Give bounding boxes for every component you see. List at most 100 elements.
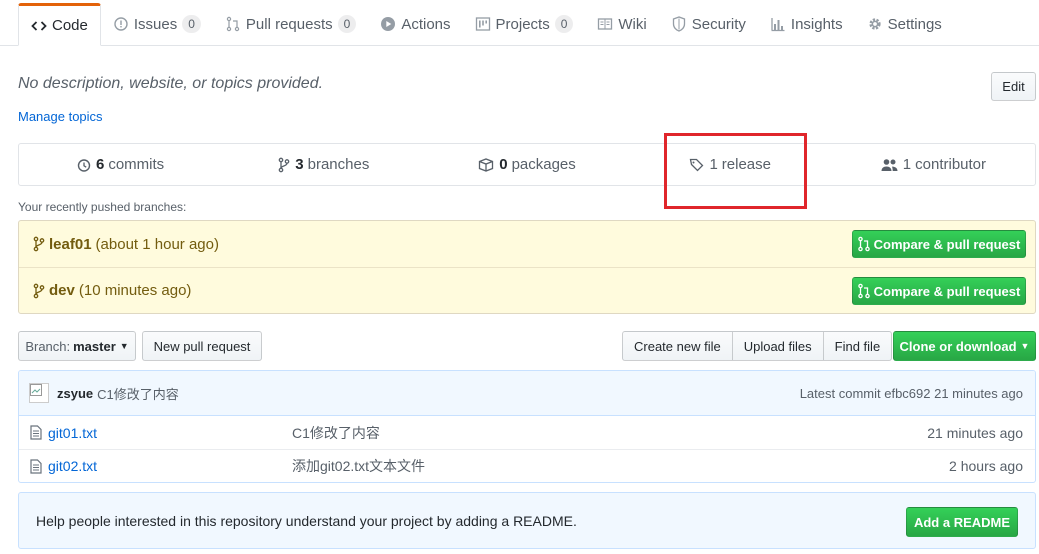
compare-pull-request-button[interactable]: Compare & pull request (852, 230, 1026, 258)
tab-label: Settings (887, 15, 942, 33)
readme-prompt-text: Help people interested in this repositor… (36, 512, 577, 529)
avatar[interactable] (29, 383, 49, 403)
tab-settings[interactable]: Settings (855, 3, 954, 45)
contributors-summary[interactable]: 1 contributor (832, 144, 1035, 185)
shield-icon (671, 16, 687, 32)
repo-nav-tabs: Code Issues 0 Pull requests 0 Actions Pr… (0, 0, 1039, 46)
file-list: zsyue C1修改了内容 Latest commit efbc692 21 m… (18, 370, 1036, 483)
project-icon (475, 16, 491, 32)
commits-count: 6 (96, 156, 105, 173)
tab-label: Issues (133, 15, 178, 33)
recent-branch-row: leaf01 (about 1 hour ago) Compare & pull… (19, 221, 1035, 267)
tab-projects[interactable]: Projects 0 (463, 3, 586, 45)
file-actions-group: Create new file Upload files Find file (622, 331, 893, 361)
tab-pull-requests[interactable]: Pull requests 0 (213, 3, 368, 45)
commits-summary[interactable]: 6 commits (19, 144, 222, 185)
latest-commit-bar: zsyue C1修改了内容 Latest commit efbc692 21 m… (19, 371, 1035, 416)
file-age: 2 hours ago (949, 458, 1023, 474)
file-commit-message[interactable]: 添加git02.txt文本文件 (292, 456, 425, 476)
file-age: 21 minutes ago (927, 424, 1023, 441)
tab-label: Actions (401, 15, 451, 33)
compare-button-label: Compare & pull request (873, 283, 1021, 299)
tab-label: Wiki (618, 15, 647, 33)
recent-branches-label: Your recently pushed branches: (18, 200, 187, 214)
add-readme-button[interactable]: Add a README (906, 507, 1018, 537)
pull-request-icon (857, 236, 870, 252)
recent-branch-row: dev (10 minutes ago) Compare & pull requ… (19, 267, 1035, 313)
recent-branch-name[interactable]: dev (49, 282, 75, 299)
branch-select-button[interactable]: Branch: master ▼ (18, 331, 136, 361)
package-icon (479, 157, 494, 172)
commit-message[interactable]: C1修改了内容 (97, 384, 179, 403)
history-icon (77, 158, 91, 172)
pull-requests-counter: 0 (337, 15, 357, 33)
issues-counter: 0 (182, 15, 201, 33)
table-row: git02.txt 添加git02.txt文本文件 2 hours ago (19, 449, 1035, 482)
readme-prompt: Help people interested in this repositor… (18, 492, 1036, 549)
compare-pull-request-button[interactable]: Compare & pull request (852, 277, 1026, 305)
tab-label: Insights (790, 15, 843, 33)
tab-label: Projects (495, 15, 550, 33)
recent-branch-time: (10 minutes ago) (78, 282, 192, 299)
caret-down-icon: ▼ (1020, 341, 1030, 351)
latest-commit-info: Latest commit efbc692 21 minutes ago (799, 385, 1023, 401)
upload-files-button[interactable]: Upload files (731, 331, 824, 361)
play-icon (380, 16, 396, 32)
table-row: git01.txt C1修改了内容 21 minutes ago (19, 416, 1035, 449)
file-name-link[interactable]: git01.txt (48, 425, 97, 441)
create-new-file-button[interactable]: Create new file (622, 331, 733, 361)
find-file-button[interactable]: Find file (822, 331, 893, 361)
clone-button-label: Clone or download (899, 338, 1017, 354)
tab-wiki[interactable]: Wiki (585, 3, 658, 45)
contributors-label: contributor (915, 156, 987, 173)
gear-icon (867, 16, 883, 32)
packages-count: 0 (499, 156, 508, 173)
packages-summary[interactable]: 0 packages (425, 144, 628, 185)
file-icon (30, 425, 42, 440)
branch-icon (33, 283, 45, 298)
release-highlight-box (664, 133, 807, 209)
people-icon (881, 158, 898, 171)
edit-description-button[interactable]: Edit (991, 72, 1036, 101)
tab-insights[interactable]: Insights (758, 3, 855, 45)
projects-counter: 0 (554, 15, 574, 33)
branch-label: Branch: (25, 338, 71, 354)
graph-icon (770, 16, 786, 32)
compare-button-label: Compare & pull request (873, 236, 1021, 252)
file-commit-message[interactable]: C1修改了内容 (292, 423, 380, 443)
recent-branch-time: (about 1 hour ago) (95, 235, 219, 253)
repo-summary: 6 commits 3 branches 0 packages 1 releas… (18, 143, 1036, 186)
contributors-count: 1 (902, 156, 912, 173)
tab-code[interactable]: Code (18, 3, 101, 46)
recent-branches-panel: leaf01 (about 1 hour ago) Compare & pull… (18, 220, 1036, 314)
packages-label: packages (511, 156, 576, 173)
tab-actions[interactable]: Actions (368, 3, 462, 45)
issue-icon (113, 16, 129, 32)
pull-request-icon (225, 16, 241, 32)
tab-issues[interactable]: Issues 0 (101, 3, 213, 45)
tab-label: Code (52, 17, 88, 34)
recent-branch-name[interactable]: leaf01 (49, 236, 92, 253)
pull-request-icon (857, 283, 870, 299)
commits-label: commits (108, 156, 165, 173)
branches-label: branches (307, 156, 370, 173)
tab-security[interactable]: Security (659, 3, 758, 45)
tab-label: Security (691, 15, 746, 33)
branches-count: 3 (295, 156, 304, 173)
repo-description: No description, website, or topics provi… (18, 75, 324, 92)
branch-value: master (73, 338, 116, 354)
book-icon (597, 16, 613, 32)
clone-or-download-button[interactable]: Clone or download ▼ (893, 331, 1036, 361)
branch-icon (278, 157, 290, 172)
commit-author[interactable]: zsyue (57, 386, 93, 401)
caret-down-icon: ▼ (119, 341, 129, 351)
branch-icon (33, 236, 45, 252)
file-icon (30, 459, 42, 474)
manage-topics-link[interactable]: Manage topics (18, 109, 103, 124)
new-pull-request-button[interactable]: New pull request (142, 331, 262, 361)
broken-image-icon (30, 384, 42, 396)
branches-summary[interactable]: 3 branches (222, 144, 425, 185)
code-icon (31, 18, 47, 34)
file-name-link[interactable]: git02.txt (48, 458, 97, 474)
tab-label: Pull requests (245, 15, 333, 33)
